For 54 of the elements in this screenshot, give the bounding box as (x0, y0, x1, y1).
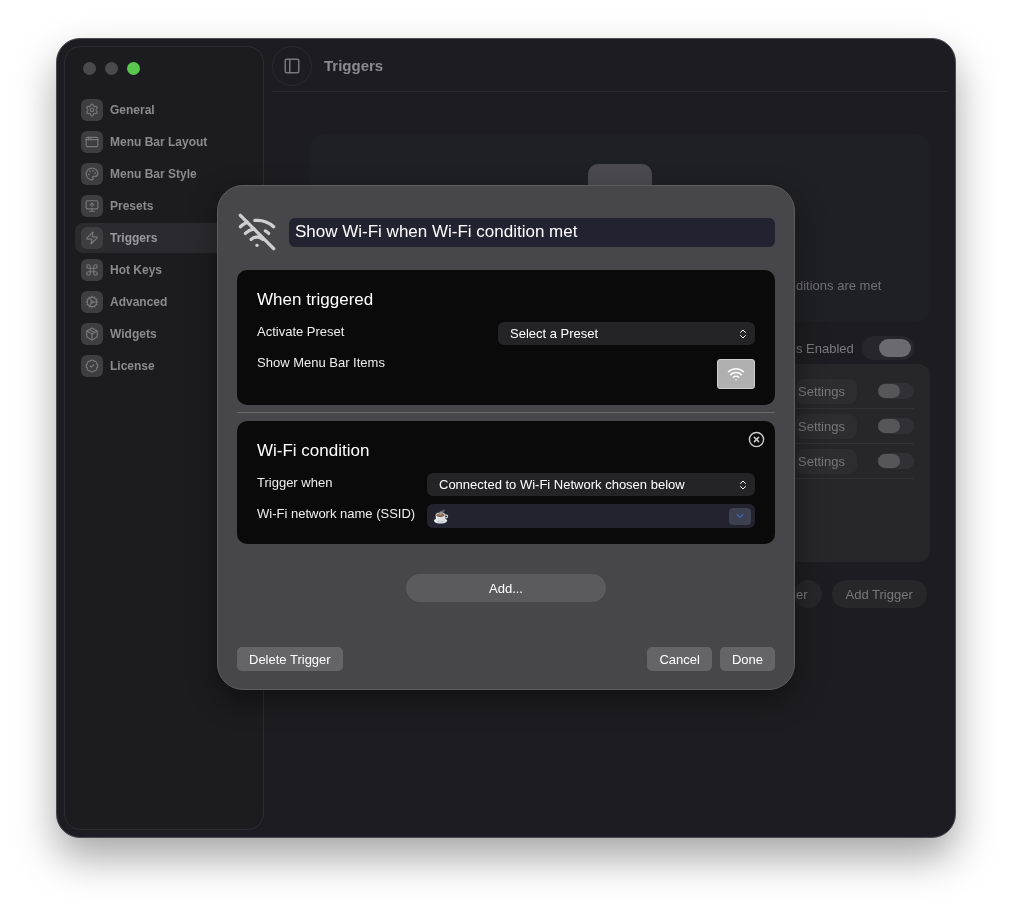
command-icon (81, 259, 103, 281)
dropdown-button[interactable] (729, 507, 751, 525)
up-down-chevron-icon (737, 478, 749, 491)
screen-icon (81, 195, 103, 217)
enabled-toggle[interactable] (861, 336, 914, 360)
sidebar-item[interactable]: Widgets (75, 319, 253, 349)
cancel-button[interactable]: Cancel (647, 647, 712, 671)
sidebar-item[interactable]: Presets (75, 191, 253, 221)
add-button[interactable]: Add... (406, 574, 606, 602)
palette-icon (81, 163, 103, 185)
field-label: Show Menu Bar Items (257, 354, 385, 370)
window-icon (81, 131, 103, 153)
settings-button[interactable]: Settings (796, 413, 857, 439)
sidebar-item[interactable]: Hot Keys (75, 255, 253, 285)
field-label: Trigger when (257, 474, 333, 490)
section-heading: Wi-Fi condition (257, 441, 371, 461)
sidebar-item[interactable]: General (75, 95, 253, 125)
enabled-label: s Enabled (796, 340, 854, 356)
page-title: Triggers (324, 57, 384, 74)
sidebar-item[interactable]: Menu Bar Style (75, 159, 253, 189)
trigger-toggle[interactable] (878, 453, 914, 469)
trigger-name-field[interactable]: Show Wi-Fi when Wi-Fi condition met (289, 217, 775, 247)
up-down-chevron-icon (737, 327, 749, 340)
sidebar-item[interactable]: License (75, 351, 253, 381)
sidebar-item[interactable]: Menu Bar Layout (75, 127, 253, 157)
field-label: Activate Preset (257, 323, 345, 339)
done-button[interactable]: Done (719, 647, 775, 671)
description-text: ditions are met (796, 278, 883, 293)
sidebar-icon (283, 56, 301, 75)
settings-button[interactable]: Settings (796, 448, 857, 474)
wifi-icon (727, 365, 745, 383)
field-label: Wi-Fi network name (SSID) (257, 505, 416, 521)
window-control-dot[interactable] (105, 62, 118, 75)
window-control-dot[interactable] (127, 62, 140, 75)
sidebar-item[interactable]: Advanced (75, 287, 253, 317)
trigger-toggle[interactable] (878, 418, 914, 434)
ssid-field[interactable]: ☕ (427, 504, 755, 528)
badge-check-icon (81, 355, 103, 377)
window-control-dot[interactable] (83, 62, 96, 75)
preset-popup[interactable]: Select a Preset (498, 322, 755, 345)
settings-button[interactable]: Settings (796, 378, 857, 404)
gear-icon (81, 99, 103, 121)
trigger-button[interactable]: er (794, 580, 822, 608)
delete-trigger-button[interactable]: Delete Trigger (237, 647, 343, 671)
box-icon (81, 323, 103, 345)
wifi-off-icon (237, 212, 277, 252)
add-trigger-button[interactable]: Add Trigger (831, 580, 927, 608)
section-heading: When triggered (257, 290, 375, 310)
close-icon[interactable] (748, 431, 765, 448)
trigger-toggle[interactable] (878, 383, 914, 399)
lightning-icon (81, 227, 103, 249)
wifi-item-button[interactable] (717, 359, 755, 389)
sidebar-toggle-button[interactable] (272, 45, 312, 86)
trigger-popup[interactable]: Connected to Wi-Fi Network chosen below (427, 473, 755, 496)
